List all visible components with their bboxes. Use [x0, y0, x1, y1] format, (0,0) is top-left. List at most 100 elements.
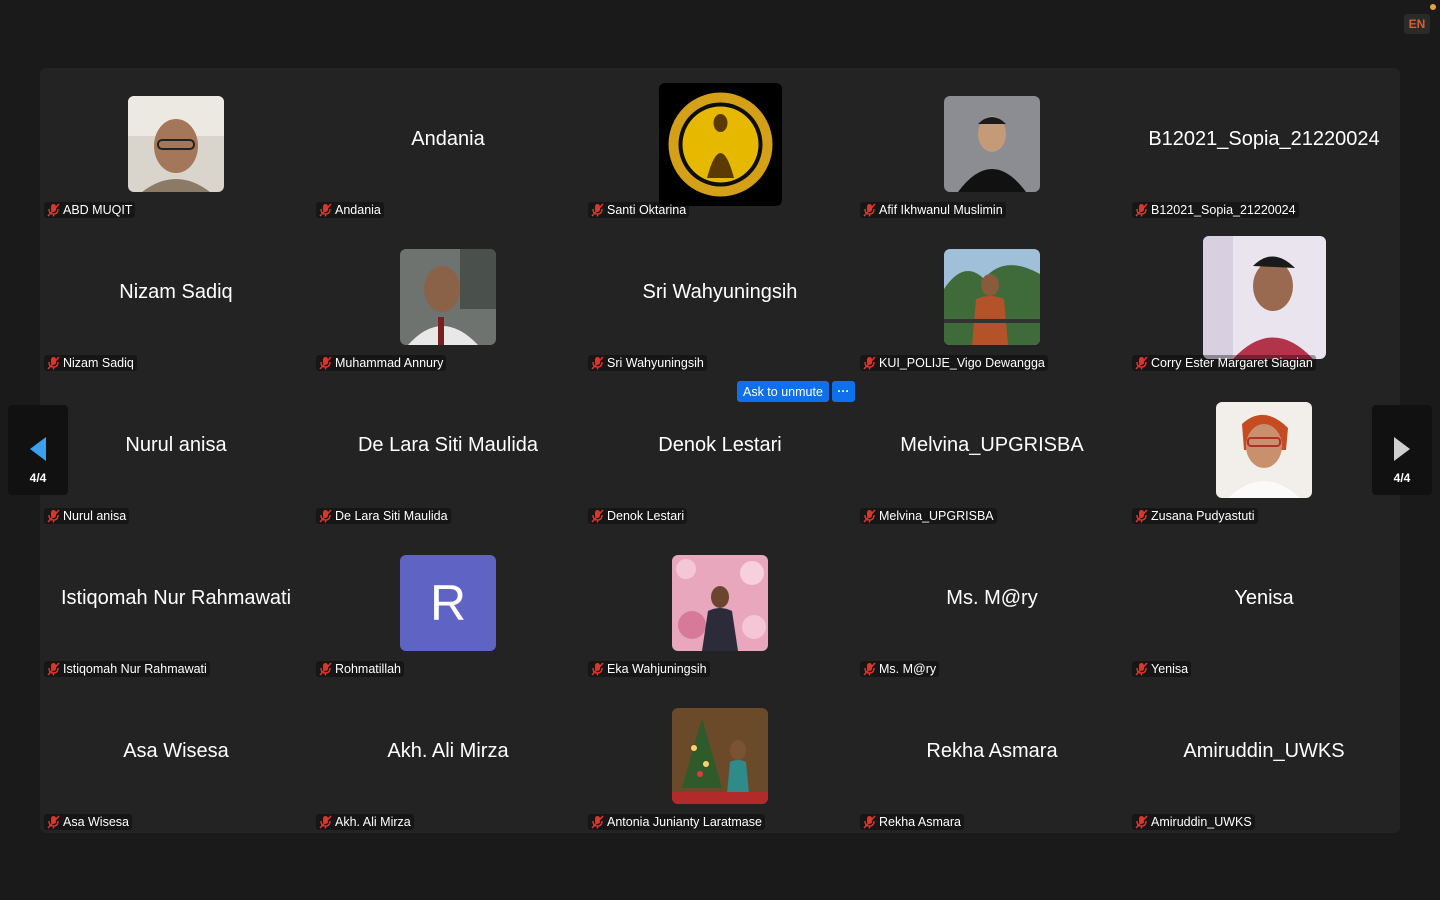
participant-label: Ms. M@ry — [860, 661, 940, 677]
participant-display-name: Asa Wisesa — [123, 740, 229, 762]
more-options-button[interactable]: ··· — [831, 381, 855, 402]
page-indicator: 4/4 — [29, 471, 47, 485]
muted-mic-icon — [863, 815, 876, 829]
participant-label: Afif Ikhwanul Muslimin — [860, 202, 1006, 218]
participant-tile[interactable]: Antonia Junianty Laratmase — [584, 680, 856, 833]
participant-display-name: Rekha Asmara — [926, 740, 1058, 762]
participant-label: Istiqomah Nur Rahmawati — [44, 661, 210, 677]
participant-tile[interactable]: Amiruddin_UWKS Amiruddin_UWKS — [1128, 680, 1400, 833]
muted-mic-icon — [1135, 662, 1148, 676]
participant-video — [1203, 236, 1326, 359]
participant-label: B12021_Sopia_21220024 — [1132, 202, 1299, 218]
participant-tile[interactable]: Yenisa Yenisa — [1128, 527, 1400, 680]
participant-name: Eka Wahjuningsih — [607, 662, 707, 676]
muted-mic-icon — [47, 662, 60, 676]
participant-display-name: Nizam Sadiq — [119, 281, 233, 303]
participant-tile[interactable]: Melvina_UPGRISBA Melvina_UPGRISBA — [856, 374, 1128, 527]
participant-tile[interactable]: B12021_Sopia_21220024 B12021_Sopia_21220… — [1128, 68, 1400, 221]
participant-label: Asa Wisesa — [44, 814, 132, 830]
participant-tile[interactable]: Akh. Ali Mirza Akh. Ali Mirza — [312, 680, 584, 833]
participant-name: KUI_POLIJE_Vigo Dewangga — [879, 356, 1045, 370]
participant-label: Rekha Asmara — [860, 814, 964, 830]
tile-hover-actions: Ask to unmute ··· — [737, 381, 855, 402]
participant-display-name: Ms. M@ry — [946, 587, 1038, 609]
participant-name: B12021_Sopia_21220024 — [1151, 203, 1296, 217]
muted-mic-icon — [591, 509, 604, 523]
muted-mic-icon — [47, 203, 60, 217]
participant-tile[interactable]: KUI_POLIJE_Vigo Dewangga — [856, 221, 1128, 374]
participant-label: Denok Lestari — [588, 508, 688, 524]
participant-tile[interactable]: Santi Oktarina — [584, 68, 856, 221]
participant-tile[interactable]: ABD MUQIT — [40, 68, 312, 221]
arrow-right-icon — [1394, 437, 1410, 461]
participant-name: Sri Wahyuningsih — [607, 356, 704, 370]
muted-mic-icon — [319, 203, 332, 217]
participant-label: Amiruddin_UWKS — [1132, 814, 1255, 830]
next-page-button[interactable]: 4/4 — [1372, 405, 1432, 495]
participant-tile[interactable]: Zusana Pudyastuti — [1128, 374, 1400, 527]
participant-display-name: Andania — [411, 128, 485, 150]
participant-name: Melvina_UPGRISBA — [879, 509, 994, 523]
participant-name: Asa Wisesa — [63, 815, 129, 829]
muted-mic-icon — [1135, 509, 1148, 523]
participant-name: De Lara Siti Maulida — [335, 509, 448, 523]
participant-display-name: B12021_Sopia_21220024 — [1148, 128, 1380, 150]
participant-name: Santi Oktarina — [607, 203, 687, 217]
muted-mic-icon — [1135, 356, 1148, 370]
participant-label: Antonia Junianty Laratmase — [588, 814, 765, 830]
participant-tile[interactable]: Asa Wisesa Asa Wisesa — [40, 680, 312, 833]
participant-name: Yenisa — [1151, 662, 1189, 676]
muted-mic-icon — [319, 356, 332, 370]
notification-dot — [1430, 4, 1436, 10]
language-badge[interactable]: EN — [1404, 14, 1430, 34]
participant-display-name: Yenisa — [1234, 587, 1294, 609]
video-gallery: ABD MUQIT Andania Andania Santi Oktarina… — [40, 68, 1400, 833]
participant-tile[interactable]: Eka Wahjuningsih — [584, 527, 856, 680]
participant-label: KUI_POLIJE_Vigo Dewangga — [860, 355, 1048, 371]
muted-mic-icon — [863, 203, 876, 217]
muted-mic-icon — [319, 509, 332, 523]
participant-name: Andania — [335, 203, 381, 217]
participant-display-name: Denok Lestari — [658, 434, 782, 456]
participant-tile[interactable]: De Lara Siti Maulida De Lara Siti Maulid… — [312, 374, 584, 527]
participant-display-name: Amiruddin_UWKS — [1183, 740, 1345, 762]
participant-display-name: Sri Wahyuningsih — [642, 281, 798, 303]
participant-avatar: R — [400, 555, 496, 651]
page-indicator: 4/4 — [1393, 471, 1411, 485]
participant-label: Santi Oktarina — [588, 202, 690, 218]
participant-name: Zusana Pudyastuti — [1151, 509, 1255, 523]
arrow-left-icon — [30, 437, 46, 461]
participant-name: Afif Ikhwanul Muslimin — [879, 203, 1003, 217]
participant-video — [400, 249, 496, 345]
participant-tile[interactable]: Sri Wahyuningsih Sri Wahyuningsih — [584, 221, 856, 374]
participant-tile[interactable]: Ms. M@ry Ms. M@ry — [856, 527, 1128, 680]
participant-display-name: Nurul anisa — [125, 434, 227, 456]
participant-label: Sri Wahyuningsih — [588, 355, 707, 371]
participant-logo — [659, 83, 782, 206]
participant-display-name: Istiqomah Nur Rahmawati — [60, 587, 292, 609]
participant-tile[interactable]: Muhammad Annury — [312, 221, 584, 374]
participant-name: ABD MUQIT — [63, 203, 133, 217]
participant-display-name: Melvina_UPGRISBA — [900, 434, 1084, 456]
participant-tile[interactable]: R Rohmatillah — [312, 527, 584, 680]
participant-video — [944, 249, 1040, 345]
participant-tile[interactable]: Afif Ikhwanul Muslimin — [856, 68, 1128, 221]
participant-name: Istiqomah Nur Rahmawati — [63, 662, 207, 676]
participant-video — [128, 96, 224, 192]
participant-video — [672, 708, 768, 804]
previous-page-button[interactable]: 4/4 — [8, 405, 68, 495]
participant-tile[interactable]: Corry Ester Margaret Siagian — [1128, 221, 1400, 374]
participant-tile[interactable]: Nizam Sadiq Nizam Sadiq — [40, 221, 312, 374]
participant-label: Muhammad Annury — [316, 355, 447, 371]
participant-video — [944, 96, 1040, 192]
participant-name: Rohmatillah — [335, 662, 402, 676]
participant-name: Ms. M@ry — [879, 662, 937, 676]
participant-tile[interactable]: Rekha Asmara Rekha Asmara — [856, 680, 1128, 833]
participant-name: Muhammad Annury — [335, 356, 444, 370]
participant-tile[interactable]: Istiqomah Nur Rahmawati Istiqomah Nur Ra… — [40, 527, 312, 680]
muted-mic-icon — [591, 203, 604, 217]
participant-tile[interactable]: Nurul anisa Nurul anisa — [40, 374, 312, 527]
participant-tile[interactable]: Andania Andania — [312, 68, 584, 221]
participant-label: Nizam Sadiq — [44, 355, 137, 371]
ask-to-unmute-button[interactable]: Ask to unmute — [737, 381, 829, 402]
